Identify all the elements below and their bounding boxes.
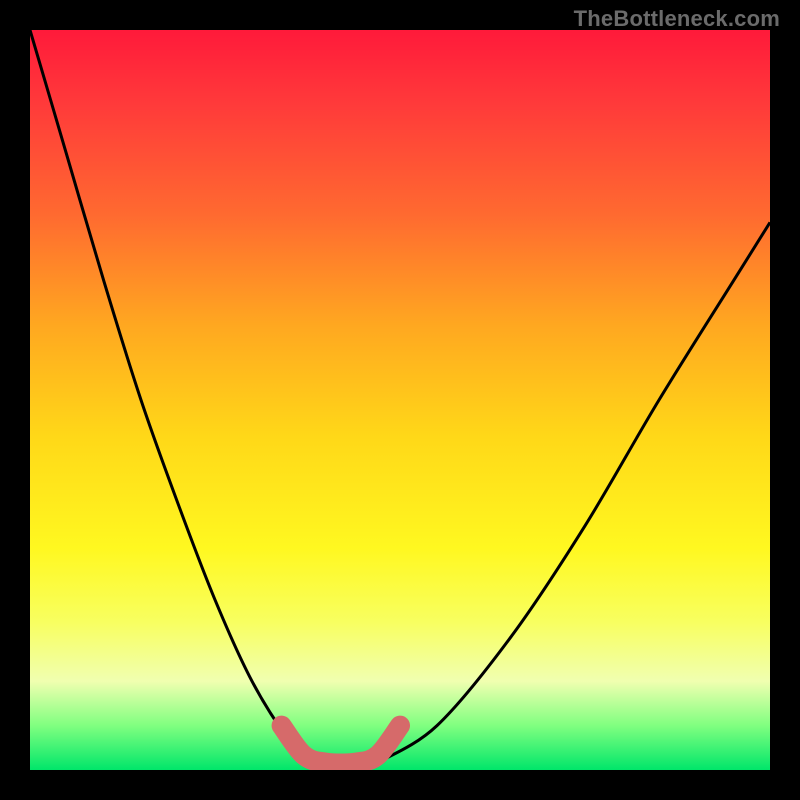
bottom-accent bbox=[282, 726, 400, 764]
right-curve bbox=[378, 222, 770, 762]
watermark-text: TheBottleneck.com bbox=[574, 6, 780, 32]
curve-layer bbox=[30, 30, 770, 770]
left-curve bbox=[30, 30, 311, 763]
plot-area bbox=[30, 30, 770, 770]
chart-frame: TheBottleneck.com bbox=[0, 0, 800, 800]
